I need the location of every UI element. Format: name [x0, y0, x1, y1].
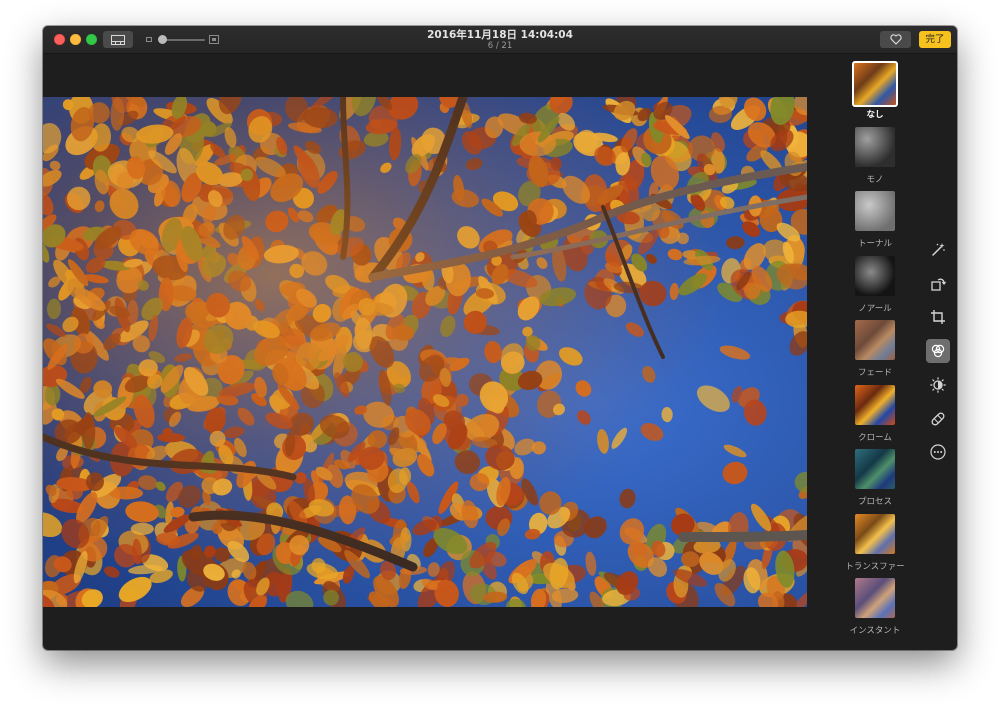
photo-image — [43, 97, 807, 607]
filter-label: トランスファー — [845, 561, 905, 572]
filter-thumbnail[interactable] — [855, 578, 895, 618]
auto-enhance-icon — [930, 242, 946, 258]
rotate-button[interactable] — [926, 272, 950, 296]
window-title: 2016年11月18日 14:04:04 — [427, 29, 573, 41]
photo-counter: 6 / 21 — [487, 41, 513, 51]
filters-icon — [930, 343, 946, 359]
filter-label: トーナル — [857, 239, 892, 249]
filters-button[interactable] — [926, 339, 950, 364]
crop-icon — [930, 309, 946, 325]
filter-label: ノアール — [858, 303, 892, 314]
filter-thumbnail[interactable] — [855, 320, 895, 360]
filter-label: プロセス — [857, 497, 892, 507]
more-icon — [930, 444, 946, 460]
retouch-icon — [930, 411, 946, 427]
photos-window: 2016年11月18日 14:04:04 6 / 21 完了 なし モノ トーナ… — [43, 26, 957, 650]
title-bar: 2016年11月18日 14:04:04 6 / 21 完了 — [43, 26, 957, 54]
filter-thumbnail[interactable] — [855, 449, 895, 489]
adjust-button[interactable] — [926, 373, 950, 397]
heart-icon — [889, 34, 902, 45]
done-button[interactable]: 完了 — [919, 31, 951, 48]
rotate-icon — [930, 276, 946, 292]
filter-thumbnail[interactable] — [855, 191, 895, 231]
window-title-block: 2016年11月18日 14:04:04 6 / 21 — [43, 29, 957, 52]
filter-thumbnail[interactable] — [855, 126, 895, 167]
crop-button[interactable] — [926, 305, 950, 329]
more-button[interactable] — [926, 440, 950, 464]
filter-label: フェード — [857, 368, 892, 378]
retouch-button[interactable] — [926, 407, 950, 431]
filter-thumbnail[interactable] — [855, 384, 895, 425]
filter-thumbnail[interactable] — [855, 513, 895, 554]
filter-thumbnail[interactable] — [852, 61, 898, 107]
filter-label: モノ — [866, 174, 884, 185]
filter-label: なし — [866, 110, 884, 120]
filter-label: クローム — [858, 432, 892, 443]
filter-label: インスタント — [849, 626, 901, 636]
auto-enhance-button[interactable] — [926, 238, 950, 262]
filter-thumbnail[interactable] — [855, 255, 895, 296]
favorite-button[interactable] — [880, 31, 911, 48]
adjust-icon — [930, 376, 946, 393]
